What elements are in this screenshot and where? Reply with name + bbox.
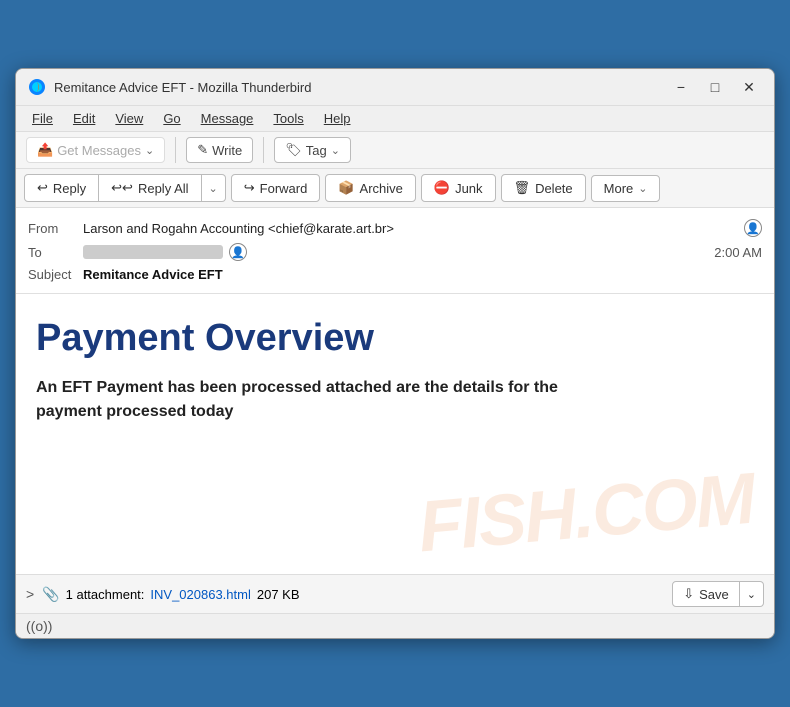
save-dropdown-icon: ⌄ [747,589,756,601]
reply-all-button[interactable]: ↩↩ Reply All [99,174,201,202]
get-messages-button[interactable]: 📤 Get Messages ⌄ [26,137,165,163]
delete-icon: 🗑 [514,180,531,196]
menu-file[interactable]: File [24,108,61,129]
attachment-count: 1 attachment: [66,587,145,602]
menu-go[interactable]: Go [155,108,188,129]
save-dropdown-button[interactable]: ⌄ [740,581,764,607]
email-time: 2:00 AM [714,245,762,260]
attachment-filename[interactable]: INV_020863.html [150,587,250,602]
email-body: Payment Overview An EFT Payment has been… [16,294,774,574]
archive-button[interactable]: 📦 Archive [325,174,416,202]
from-row: From Larson and Rogahn Accounting <chief… [28,216,762,240]
archive-group: 📦 Archive [325,174,416,202]
menu-bar: File Edit View Go Message Tools Help [16,106,774,132]
junk-icon: ⛔ [434,180,450,196]
reply-group: ↩ Reply ↩↩ Reply All ⌄ [24,174,226,202]
save-icon: ⇩ [683,586,694,602]
app-icon [28,78,46,96]
get-messages-icon: 📤 [37,142,53,158]
from-label: From [28,221,83,236]
save-button[interactable]: ⇩ Save [672,581,740,607]
tag-icon: 🏷 [285,142,302,158]
junk-button[interactable]: ⛔ Junk [421,174,496,202]
attachment-size: 207 KB [257,587,300,602]
title-bar: Remitance Advice EFT - Mozilla Thunderbi… [16,69,774,106]
from-value: Larson and Rogahn Accounting <chief@kara… [83,221,738,236]
subject-value: Remitance Advice EFT [83,267,223,282]
delete-button[interactable]: 🗑 Delete [501,174,586,202]
archive-icon: 📦 [338,180,354,196]
to-contact-icon[interactable]: 👤 [229,243,247,261]
reply-dropdown-icon: ⌄ [209,182,218,195]
write-icon: ✎ [197,142,208,158]
tag-button[interactable]: 🏷 Tag ⌄ [274,137,351,163]
menu-help[interactable]: Help [316,108,359,129]
toolbar-separator-1 [175,137,176,163]
forward-group: ↪ Forward [231,174,321,202]
menu-view[interactable]: View [107,108,151,129]
toolbar: 📤 Get Messages ⌄ ✎ Write 🏷 Tag ⌄ [16,132,774,169]
action-bar: ↩ Reply ↩↩ Reply All ⌄ ↪ Forward 📦 Archi… [16,169,774,208]
junk-group: ⛔ Junk [421,174,496,202]
to-label: To [28,245,83,260]
reply-dropdown-button[interactable]: ⌄ [202,174,226,202]
attachment-clip-icon: 📎 [42,586,59,603]
attachment-expand-icon[interactable]: > [26,586,34,602]
attachment-bar: > 📎 1 attachment: INV_020863.html 207 KB… [16,574,774,613]
main-window: Remitance Advice EFT - Mozilla Thunderbi… [15,68,775,639]
delete-group: 🗑 Delete [501,174,586,202]
status-bar: ((o)) [16,613,774,638]
more-group: More ⌄ [591,175,661,202]
menu-tools[interactable]: Tools [265,108,311,129]
menu-edit[interactable]: Edit [65,108,103,129]
signal-icon: ((o)) [26,618,52,634]
more-dropdown-icon: ⌄ [638,182,647,195]
reply-button[interactable]: ↩ Reply [24,174,99,202]
forward-button[interactable]: ↪ Forward [231,174,321,202]
close-button[interactable]: ✕ [736,77,762,97]
save-group: ⇩ Save ⌄ [672,581,764,607]
toolbar-separator-2 [263,137,264,163]
subject-label: Subject [28,267,83,282]
email-body-text: An EFT Payment has been processed attach… [36,376,616,424]
subject-row: Subject Remitance Advice EFT [28,264,762,285]
menu-message[interactable]: Message [193,108,262,129]
tag-dropdown-icon: ⌄ [331,144,340,157]
minimize-button[interactable]: − [668,77,694,97]
to-row: To 👤 2:00 AM [28,240,762,264]
get-messages-label: Get Messages [57,143,141,158]
reply-all-icon: ↩↩ [111,180,133,196]
email-heading: Payment Overview [36,318,754,360]
window-controls: − □ ✕ [668,77,762,97]
from-contact-icon[interactable]: 👤 [744,219,762,237]
email-header: From Larson and Rogahn Accounting <chief… [16,208,774,294]
window-title: Remitance Advice EFT - Mozilla Thunderbi… [54,80,660,95]
reply-icon: ↩ [37,180,48,196]
forward-icon: ↪ [244,180,255,196]
to-value-redacted [83,245,223,259]
more-button[interactable]: More ⌄ [591,175,661,202]
attachment-info: 📎 1 attachment: INV_020863.html 207 KB [42,586,664,603]
write-button[interactable]: ✎ Write [186,137,253,163]
get-messages-dropdown-icon: ⌄ [145,144,154,157]
watermark: FISH.COM [415,458,757,569]
maximize-button[interactable]: □ [702,77,728,97]
